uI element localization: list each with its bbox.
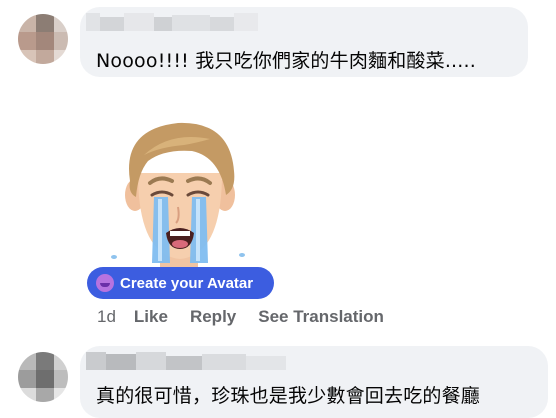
comment-text: 真的很可惜，珍珠也是我少數會回去吃的餐廳 xyxy=(96,385,481,407)
see-translation-button[interactable]: See Translation xyxy=(258,307,384,327)
commenter-name-redacted[interactable] xyxy=(86,13,258,35)
commenter-avatar[interactable] xyxy=(18,14,68,64)
comment-timestamp[interactable]: 1d xyxy=(97,307,116,327)
comment-text: Noooo!!!! 我只吃你們家的牛肉麵和酸菜..... xyxy=(96,50,477,72)
reply-button[interactable]: Reply xyxy=(190,307,236,327)
create-avatar-button[interactable]: Create your Avatar xyxy=(87,267,274,299)
avatar-face-icon xyxy=(96,274,114,292)
create-avatar-label: Create your Avatar xyxy=(120,274,254,292)
crying-avatar-sticker xyxy=(111,122,245,269)
commenter-name-redacted[interactable] xyxy=(86,352,286,374)
comment-actions: 1d Like Reply See Translation xyxy=(97,305,406,329)
commenter-avatar[interactable] xyxy=(18,352,68,402)
like-button[interactable]: Like xyxy=(134,307,168,327)
